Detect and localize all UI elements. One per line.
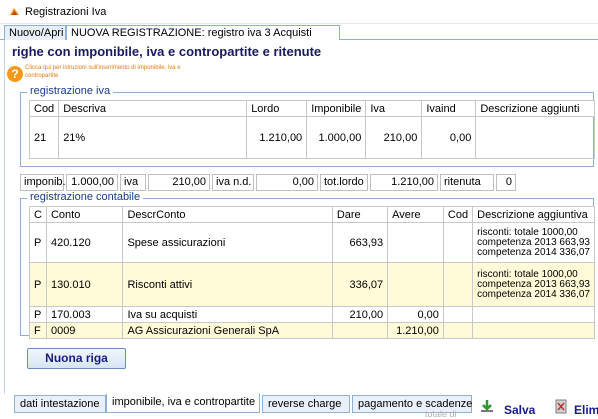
cell-descrconto[interactable]: Risconti attivi (122, 262, 333, 307)
agg-line: risconti: totale 1000,00 (477, 268, 578, 280)
table-row[interactable]: F 0009 AG Assicurazioni Generali SpA 1.2… (29, 322, 595, 339)
ritenuta-value: 0 (496, 174, 516, 191)
totlordo-label: tot.lordo (320, 174, 368, 191)
cell-descr[interactable] (475, 116, 595, 159)
cell-cod[interactable]: 21 (28, 116, 60, 159)
cell-conto[interactable]: 130.010 (45, 262, 124, 307)
ivand-label: iva n.d. (212, 174, 254, 191)
table-row[interactable]: P 420.120 Spese assicurazioni 663,93 ris… (29, 222, 595, 263)
tab-reverse-charge[interactable]: reverse charge (262, 395, 350, 413)
cell-descr-aggiuntiva[interactable]: risconti: totale 1000,00 competenza 2013… (472, 222, 595, 263)
help-link[interactable]: Clicca qui per istruzioni sull'inserimen… (25, 64, 185, 80)
col-avere: Avere (387, 206, 444, 223)
cell-dare[interactable]: 663,93 (331, 222, 389, 263)
tab-nuova-registrazione[interactable]: NUOVA REGISTRAZIONE: registro iva 3 Acqu… (66, 25, 340, 40)
cell-cod[interactable] (442, 262, 474, 307)
cell-dare[interactable]: 210,00 (331, 306, 389, 323)
agg-line: competenza 2013 663,93 (477, 236, 590, 248)
col-descr-aggiuntiva: Descrizione aggiunti (475, 100, 595, 117)
cell-conto[interactable]: 170.003 (45, 306, 124, 323)
summary-strip: imponib. 1.000,00 iva 210,00 iva n.d. 0,… (20, 174, 518, 191)
cell-cod[interactable] (442, 306, 474, 323)
iva-label: iva (120, 174, 146, 191)
cell-c[interactable]: F (29, 322, 47, 339)
cell-avere[interactable] (387, 262, 444, 307)
cell-imponibile[interactable]: 1.000,00 (306, 116, 367, 159)
cell-avere[interactable]: 0,00 (387, 306, 444, 323)
cell-dare[interactable]: 336,07 (331, 262, 389, 307)
cell-descr-aggiuntiva[interactable]: risconti: totale 1000,00 competenza 2013… (472, 262, 595, 307)
agg-line: risconti: totale 1000,00 (477, 226, 578, 238)
cell-ivaind[interactable]: 0,00 (421, 116, 477, 159)
registrazione-iva-group: registrazione iva Cod Descriva Lordo Imp… (20, 85, 595, 167)
title-bar: Registrazioni Iva (0, 0, 598, 24)
registrazione-contabile-legend: registrazione contabile (27, 191, 144, 203)
elimina-button[interactable]: Elim (554, 397, 598, 418)
iva-table: Cod Descriva Lordo Imponibile Iva Ivaind… (28, 100, 595, 159)
agg-line: competenza 2014 336,07 (477, 288, 590, 300)
section-heading: righe con imponibile, iva e contropartit… (12, 44, 322, 59)
salva-label: Salva (504, 403, 536, 417)
col-c: C (29, 206, 47, 223)
cell-lordo[interactable]: 1.210,00 (246, 116, 308, 159)
cell-avere[interactable]: 1.210,00 (387, 322, 444, 339)
cell-avere[interactable] (387, 222, 444, 263)
ivand-value: 0,00 (256, 174, 318, 191)
tab-nuovo-apri[interactable]: Nuovo/Apri (4, 25, 66, 40)
cell-cod[interactable] (442, 222, 474, 263)
cell-descrconto[interactable]: Spese assicurazioni (122, 222, 333, 263)
table-row[interactable]: P 130.010 Risconti attivi 336,07 riscont… (29, 262, 595, 307)
nuova-riga-button[interactable]: Nuona riga (27, 348, 126, 369)
col-dare: Dare (331, 206, 389, 223)
col-imponibile: Imponibile (306, 100, 367, 117)
iva-table-header: Cod Descriva Lordo Imponibile Iva Ivaind… (28, 100, 595, 117)
delete-icon (555, 399, 567, 414)
totlordo-value: 1.210,00 (370, 174, 438, 191)
col-descrizione-aggiuntiva: Descrizione aggiuntiva (472, 206, 595, 223)
cell-descrconto[interactable]: AG Assicurazioni Generali SpA (122, 322, 333, 339)
cell-cod[interactable] (442, 322, 474, 339)
col-lordo: Lordo (246, 100, 308, 117)
imponib-label: imponib. (20, 174, 66, 191)
cell-c[interactable]: P (29, 222, 47, 263)
iva-value: 210,00 (148, 174, 210, 191)
contabile-table-header: C Conto DescrConto Dare Avere Cod Descri… (29, 206, 595, 223)
ritenuta-label: ritenuta (440, 174, 494, 191)
cell-iva[interactable]: 210,00 (365, 116, 423, 159)
imponib-value: 1.000,00 (66, 174, 118, 191)
help-icon[interactable]: ? (7, 66, 23, 82)
cell-descr-aggiuntiva[interactable] (472, 306, 595, 323)
salva-button[interactable]: Salva (480, 397, 542, 418)
elimina-label: Elim (574, 403, 598, 417)
cell-descriva[interactable]: 21% (58, 116, 248, 159)
cell-c[interactable]: P (29, 262, 47, 307)
agg-line: competenza 2013 663,93 (477, 278, 590, 290)
cell-c[interactable]: P (29, 306, 47, 323)
col-descriva: Descriva (58, 100, 248, 117)
col-descrconto: DescrConto (122, 206, 333, 223)
table-row[interactable]: 21 21% 1.210,00 1.000,00 210,00 0,00 (28, 116, 595, 159)
col-cod: Cod (442, 206, 474, 223)
agg-line: competenza 2014 336,07 (477, 246, 590, 258)
col-cod: Cod (28, 100, 60, 117)
cell-conto[interactable]: 420.120 (45, 222, 124, 263)
cell-descr-aggiuntiva[interactable] (472, 322, 595, 339)
col-ivaind: Ivaind (421, 100, 477, 117)
col-iva: Iva (365, 100, 423, 117)
cell-descrconto[interactable]: Iva su acquisti (122, 306, 333, 323)
top-tab-bar: Nuovo/Apri NUOVA REGISTRAZIONE: registro… (0, 24, 598, 40)
tab-imponibile-iva[interactable]: imponibile, iva e contropartite (106, 393, 260, 413)
cell-dare[interactable] (331, 322, 389, 339)
save-icon (481, 400, 493, 412)
cell-conto[interactable]: 0009 (45, 322, 124, 339)
registrazione-contabile-group: registrazione contabile C Conto DescrCon… (20, 191, 595, 339)
contabile-table: C Conto DescrConto Dare Avere Cod Descri… (29, 206, 595, 339)
col-conto: Conto (45, 206, 124, 223)
tab-dati-intestazione[interactable]: dati intestazione (14, 395, 106, 413)
registrazione-iva-legend: registrazione iva (27, 85, 114, 97)
window-title: Registrazioni Iva (25, 6, 107, 18)
table-row[interactable]: P 170.003 Iva su acquisti 210,00 0,00 (29, 306, 595, 323)
app-icon (10, 8, 19, 15)
